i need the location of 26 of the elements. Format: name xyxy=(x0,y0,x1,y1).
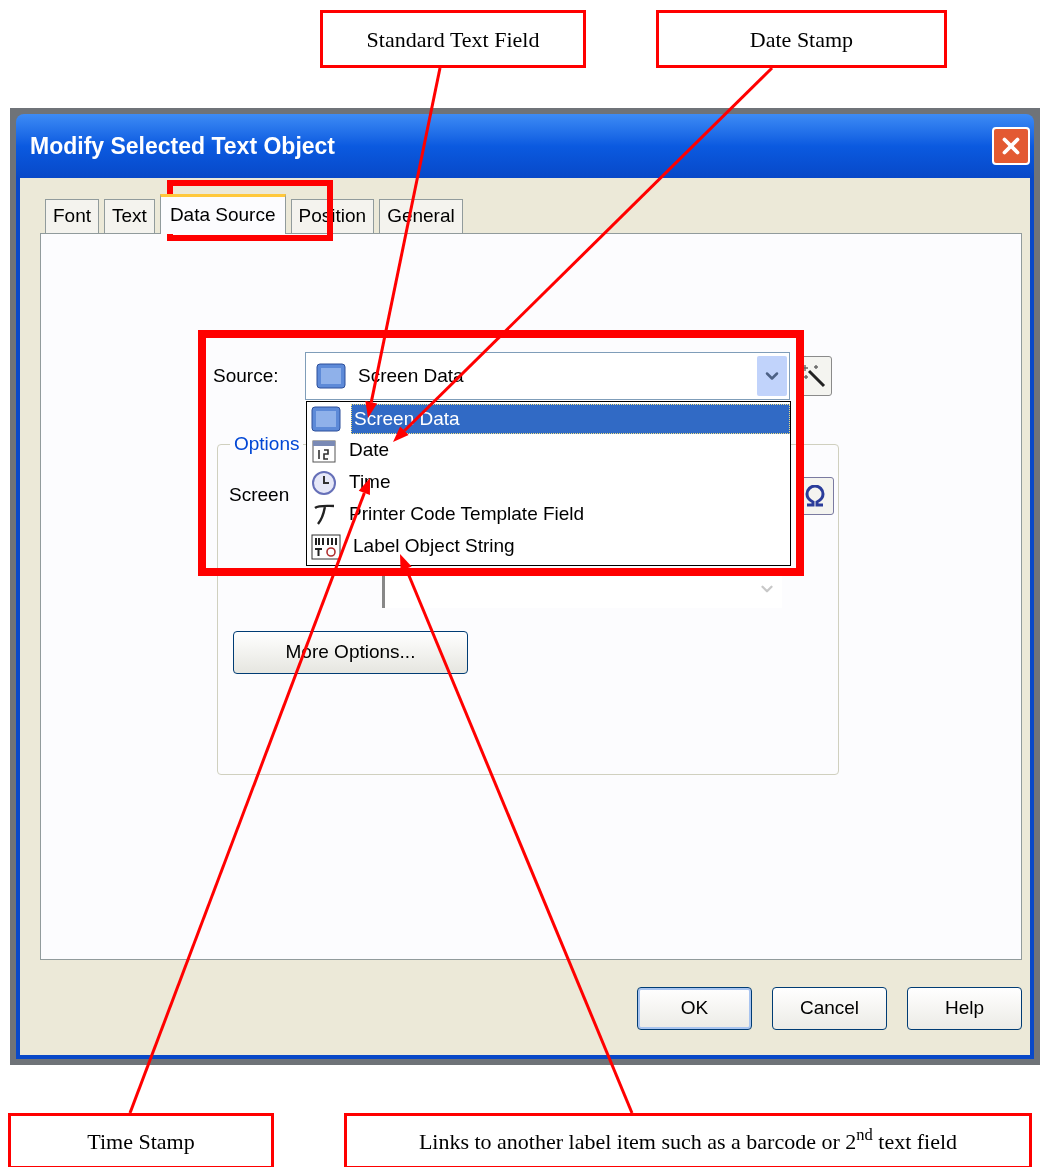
field-label: Screen xyxy=(229,483,290,508)
tab[interactable]: Data Source xyxy=(159,194,286,234)
tab[interactable]: Text xyxy=(104,199,155,233)
dropdown-arrow-button[interactable] xyxy=(757,356,787,396)
callout-box: Date Stamp xyxy=(656,10,947,68)
dropdown-option[interactable]: Label Object String xyxy=(351,532,790,562)
callout-box: Standard Text Field xyxy=(320,10,586,68)
calendar-icon xyxy=(311,438,337,464)
dropdown-option[interactable]: Screen Data xyxy=(351,404,790,434)
omega-icon xyxy=(804,484,826,507)
screen-icon xyxy=(311,406,341,432)
dropdown-option[interactable]: Date xyxy=(347,436,790,466)
close-button[interactable] xyxy=(992,127,1030,165)
label-object-icon xyxy=(311,534,341,560)
window-title: Modify Selected Text Object xyxy=(30,131,336,161)
callout-box: Links to another label item such as a barcode or 2$^{nd}$ text field xyxy=(344,1113,1032,1167)
dialog-button[interactable]: Cancel xyxy=(772,987,887,1030)
source-label: Source: xyxy=(213,363,280,388)
clock-icon xyxy=(311,470,337,496)
magic-wand-icon xyxy=(801,363,827,389)
dialog-button[interactable]: Help xyxy=(907,987,1022,1030)
callout-box: Time Stamp xyxy=(8,1113,274,1167)
screen-icon xyxy=(316,363,346,389)
dialog-button[interactable]: OK xyxy=(637,987,752,1030)
group-label: Options xyxy=(233,432,301,456)
tab[interactable]: Font xyxy=(45,199,100,233)
